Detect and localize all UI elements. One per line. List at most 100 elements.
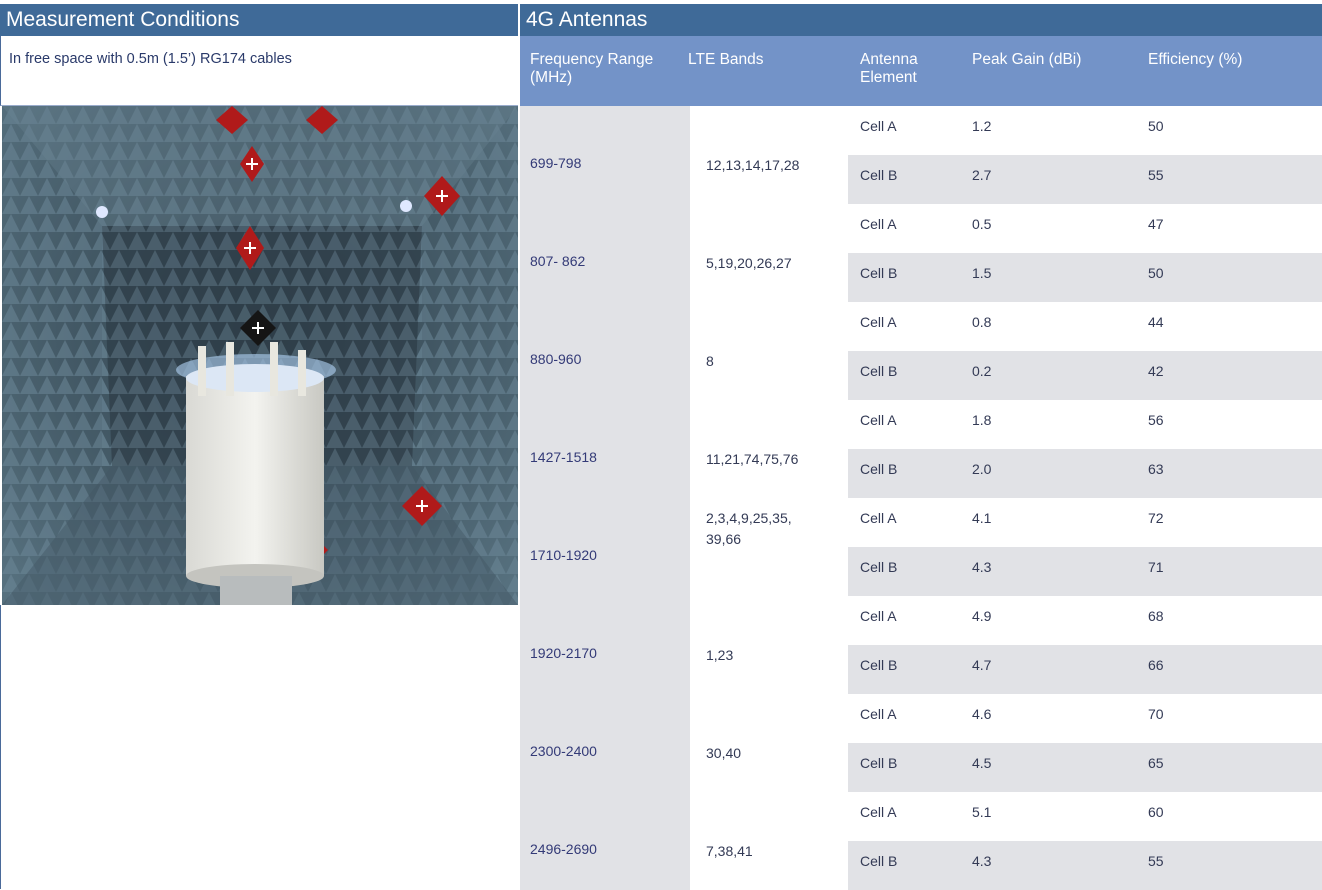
element-value: Cell A bbox=[860, 804, 897, 820]
efficiency-value: 55 bbox=[1148, 853, 1164, 869]
efficiency-value: 66 bbox=[1148, 657, 1164, 673]
element-value: Cell B bbox=[860, 167, 898, 183]
header-lte-bands: LTE Bands bbox=[688, 51, 764, 68]
frequency-value: 1920-2170 bbox=[530, 645, 597, 661]
frequency-cell: 807- 862 bbox=[520, 204, 690, 302]
gain-value: 4.9 bbox=[972, 608, 992, 624]
cell-b-row: Cell B 4.7 66 bbox=[848, 645, 1322, 694]
table-row: 2496-2690 7,38,41 Cell A 5.1 60 Cell B 4… bbox=[520, 792, 1322, 890]
anechoic-chamber-illustration bbox=[2, 106, 518, 605]
table-row: 1920-2170 1,23 Cell A 4.9 68 Cell B 4.7 … bbox=[520, 596, 1322, 694]
efficiency-value: 63 bbox=[1148, 461, 1164, 477]
frequency-cell: 880-960 bbox=[520, 302, 690, 400]
bands-value: 7,38,41 bbox=[706, 843, 753, 859]
gain-value: 0.5 bbox=[972, 216, 992, 232]
bands-cell: 8 bbox=[690, 302, 848, 400]
cell-a-row: Cell A 4.9 68 bbox=[848, 596, 1322, 645]
element-value: Cell A bbox=[860, 510, 897, 526]
element-value: Cell A bbox=[860, 216, 897, 232]
efficiency-value: 55 bbox=[1148, 167, 1164, 183]
gain-value: 4.7 bbox=[972, 657, 992, 673]
frequency-value: 880-960 bbox=[530, 351, 582, 367]
cell-a-row: Cell A 4.6 70 bbox=[848, 694, 1322, 743]
frequency-value: 2300-2400 bbox=[530, 743, 597, 759]
cell-b-row: Cell B 2.7 55 bbox=[848, 155, 1322, 204]
bands-cell: 2,3,4,9,25,35, 39,66 bbox=[690, 498, 848, 596]
bands-cell: 30,40 bbox=[690, 694, 848, 792]
cell-a-row: Cell A 1.2 50 bbox=[848, 106, 1322, 155]
gain-value: 4.3 bbox=[972, 559, 992, 575]
bands-value: 8 bbox=[706, 353, 714, 369]
4g-antennas-title: 4G Antennas bbox=[520, 4, 1322, 36]
frequency-cell: 2300-2400 bbox=[520, 694, 690, 792]
gain-value: 1.5 bbox=[972, 265, 992, 281]
gain-value: 5.1 bbox=[972, 804, 992, 820]
gain-value: 1.8 bbox=[972, 412, 992, 428]
table-row: 699-798 12,13,14,17,28 Cell A 1.2 50 Cel… bbox=[520, 106, 1322, 204]
header-frequency-range: Frequency Range (MHz) bbox=[530, 51, 654, 86]
element-value: Cell B bbox=[860, 265, 898, 281]
table-body: 699-798 12,13,14,17,28 Cell A 1.2 50 Cel… bbox=[520, 106, 1322, 890]
gain-value: 2.0 bbox=[972, 461, 992, 477]
efficiency-value: 42 bbox=[1148, 363, 1164, 379]
cell-b-row: Cell B 4.5 65 bbox=[848, 743, 1322, 792]
element-value: Cell A bbox=[860, 118, 897, 134]
element-value: Cell B bbox=[860, 461, 898, 477]
gain-value: 4.6 bbox=[972, 706, 992, 722]
frequency-value: 1710-1920 bbox=[530, 547, 597, 563]
spec-sheet: Measurement Conditions In free space wit… bbox=[0, 0, 1322, 890]
efficiency-value: 60 bbox=[1148, 804, 1164, 820]
frequency-cell: 1427-1518 bbox=[520, 400, 690, 498]
efficiency-value: 47 bbox=[1148, 216, 1164, 232]
table-row: 1427-1518 11,21,74,75,76 Cell A 1.8 56 C… bbox=[520, 400, 1322, 498]
element-value: Cell B bbox=[860, 853, 898, 869]
efficiency-value: 72 bbox=[1148, 510, 1164, 526]
element-value: Cell B bbox=[860, 755, 898, 771]
frequency-value: 807- 862 bbox=[530, 253, 586, 269]
gain-value: 2.7 bbox=[972, 167, 992, 183]
cell-b-row: Cell B 4.3 71 bbox=[848, 547, 1322, 596]
bands-cell: 11,21,74,75,76 bbox=[690, 400, 848, 498]
element-value: Cell A bbox=[860, 412, 897, 428]
gain-value: 4.5 bbox=[972, 755, 992, 771]
table-row: 807- 862 5,19,20,26,27 Cell A 0.5 47 Cel… bbox=[520, 204, 1322, 302]
efficiency-value: 68 bbox=[1148, 608, 1164, 624]
element-value: Cell B bbox=[860, 657, 898, 673]
anechoic-chamber-photo bbox=[2, 106, 518, 605]
table-header: Frequency Range (MHz) LTE Bands Antenna … bbox=[520, 36, 1322, 106]
gain-value: 0.8 bbox=[972, 314, 992, 330]
bands-cell: 7,38,41 bbox=[690, 792, 848, 890]
frequency-cell: 699-798 bbox=[520, 106, 690, 204]
gain-value: 4.1 bbox=[972, 510, 992, 526]
header-efficiency: Efficiency (%) bbox=[1148, 51, 1243, 68]
element-value: Cell A bbox=[860, 608, 897, 624]
table-row: 2300-2400 30,40 Cell A 4.6 70 Cell B 4.5… bbox=[520, 694, 1322, 792]
efficiency-value: 56 bbox=[1148, 412, 1164, 428]
bands-value: 11,21,74,75,76 bbox=[706, 451, 799, 467]
bands-value: 5,19,20,26,27 bbox=[706, 255, 792, 271]
cell-a-row: Cell A 5.1 60 bbox=[848, 792, 1322, 841]
frequency-value: 1427-1518 bbox=[530, 449, 597, 465]
frequency-value: 699-798 bbox=[530, 155, 582, 171]
element-value: Cell B bbox=[860, 559, 898, 575]
bands-value: 1,23 bbox=[706, 647, 734, 663]
bands-value: 2,3,4,9,25,35, 39,66 bbox=[706, 510, 792, 547]
cell-b-row: Cell B 2.0 63 bbox=[848, 449, 1322, 498]
efficiency-value: 50 bbox=[1148, 118, 1164, 134]
bands-value: 30,40 bbox=[706, 745, 742, 761]
efficiency-value: 71 bbox=[1148, 559, 1164, 575]
table-row: 880-960 8 Cell A 0.8 44 Cell B 0.2 42 bbox=[520, 302, 1322, 400]
bands-value: 12,13,14,17,28 bbox=[706, 157, 800, 173]
bands-cell: 12,13,14,17,28 bbox=[690, 106, 848, 204]
element-value: Cell A bbox=[860, 314, 897, 330]
cell-a-row: Cell A 4.1 72 bbox=[848, 498, 1322, 547]
measurement-conditions-panel: Measurement Conditions In free space wit… bbox=[0, 0, 518, 889]
measurement-conditions-title: Measurement Conditions bbox=[0, 4, 518, 36]
efficiency-value: 44 bbox=[1148, 314, 1164, 330]
cell-a-row: Cell A 0.8 44 bbox=[848, 302, 1322, 351]
header-peak-gain: Peak Gain (dBi) bbox=[972, 51, 1082, 68]
cell-a-row: Cell A 1.8 56 bbox=[848, 400, 1322, 449]
measurement-description: In free space with 0.5m (1.5’) RG174 cab… bbox=[0, 36, 518, 106]
cell-a-row: Cell A 0.5 47 bbox=[848, 204, 1322, 253]
efficiency-value: 50 bbox=[1148, 265, 1164, 281]
